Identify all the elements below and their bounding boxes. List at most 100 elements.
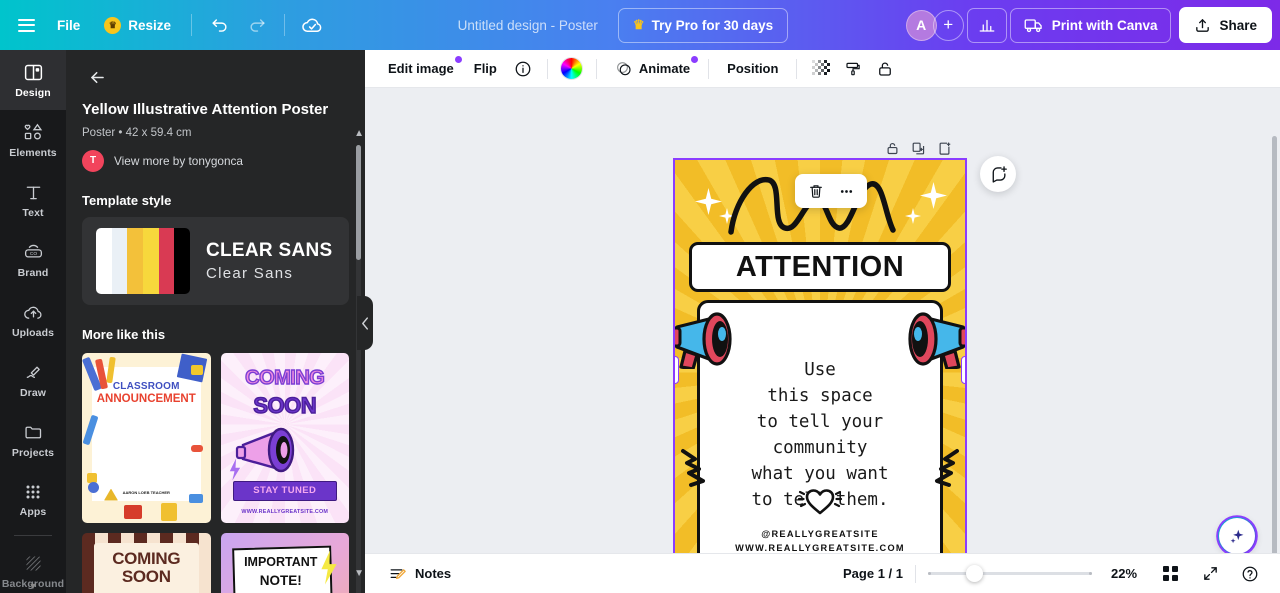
document-title-input[interactable]: Untitled design - Poster (448, 12, 608, 39)
thumb-line-4: WWW.REALLYGREATSITE.COM (241, 508, 329, 515)
edit-image-button[interactable]: Edit image (379, 55, 463, 83)
info-button[interactable] (508, 55, 538, 83)
sidebar-item-text[interactable]: Text (0, 170, 66, 230)
add-collaborator-button[interactable]: + (932, 9, 964, 41)
grid-view-button[interactable] (1156, 560, 1184, 588)
sidebar-item-apps[interactable]: Apps (0, 470, 66, 530)
template-style-card[interactable]: CLEAR SANS Clear Sans (82, 216, 349, 305)
shapes-icon (24, 123, 42, 139)
bottom-bar: Notes Page 1 / 1 22% (365, 553, 1280, 593)
magic-studio-button[interactable] (1218, 517, 1256, 555)
toolbar-divider-d (796, 58, 798, 79)
undo-icon (212, 18, 227, 32)
deco (188, 493, 203, 503)
sidebar-item-uploads[interactable]: Uploads (0, 290, 66, 350)
share-button[interactable]: Share (1179, 7, 1272, 43)
sidebar-item-draw[interactable]: Draw (0, 350, 66, 410)
chevron-left-icon (361, 316, 368, 330)
design-canvas[interactable]: ATTENTION Use this space to tell your co… (673, 158, 967, 571)
undo-button[interactable] (201, 8, 237, 42)
lock-page-button[interactable] (880, 137, 904, 159)
flip-button[interactable]: Flip (465, 55, 506, 83)
print-with-canva-button[interactable]: Print with Canva (1009, 7, 1172, 43)
headline-box[interactable]: ATTENTION (689, 242, 951, 292)
try-pro-button[interactable]: ♛ Try Pro for 30 days (617, 7, 789, 43)
sidebar-item-label-projects: Projects (11, 446, 55, 459)
copy-style-button[interactable] (838, 55, 868, 83)
panel-back-button[interactable] (80, 60, 114, 94)
sidebar-item-label-design: Design (15, 86, 51, 99)
panel-scroll-down-icon[interactable]: ▼ (354, 568, 364, 579)
author-link-row[interactable]: T View more by tonygonca (82, 149, 349, 172)
resize-handle-right[interactable] (961, 356, 965, 385)
canvas-scrollbar-thumb[interactable] (1272, 136, 1277, 556)
sidebar-item-elements[interactable]: Elements (0, 110, 66, 170)
resize-handle-left[interactable] (675, 356, 679, 385)
fullscreen-button[interactable] (1196, 560, 1224, 588)
resize-button[interactable]: ♛ Resize (93, 8, 182, 42)
canva-editor-window: File ♛ Resize Untitled design - Poster ♛… (0, 0, 1280, 593)
new-feature-dot-edit-image (454, 55, 462, 63)
color-wheel-icon (560, 57, 584, 80)
fullscreen-icon (1203, 567, 1217, 580)
delete-element-button[interactable] (802, 178, 829, 205)
thumb-line-1: CLASSROOM (112, 380, 180, 392)
rail-scroll-down-icon[interactable]: ▼ (29, 581, 38, 591)
design-panel: Yellow Illustrative Attention Poster Pos… (66, 50, 365, 593)
sidebar-item-brand[interactable]: CO Brand (0, 230, 66, 290)
redo-button[interactable] (239, 8, 275, 42)
thumb-line-2: SOON (253, 392, 318, 418)
file-menu-button[interactable]: File (46, 8, 91, 42)
lock-button[interactable] (870, 55, 900, 83)
panel-scroll-up-icon[interactable]: ▲ (354, 128, 364, 139)
toolbar-divider-c (708, 58, 710, 79)
zoom-slider[interactable] (928, 565, 1092, 583)
upload-icon (1196, 18, 1210, 32)
sidebar-item-label-uploads: Uploads (11, 326, 55, 339)
zoom-value[interactable]: 22% (1104, 566, 1144, 581)
animate-button[interactable]: Animate (606, 55, 699, 83)
redo-icon (250, 18, 265, 32)
sidebar-item-label-draw: Draw (19, 386, 47, 399)
sidebar-item-label-elements: Elements (9, 146, 57, 159)
hamburger-menu-button[interactable] (8, 8, 44, 42)
notes-label: Notes (415, 566, 452, 581)
template-thumbnail-important-note[interactable]: IMPORTANT NOTE! (220, 532, 349, 593)
help-circle-icon (1242, 566, 1258, 581)
zoom-slider-knob[interactable] (966, 565, 983, 582)
more-options-button[interactable] (833, 178, 860, 205)
panel-content: Yellow Illustrative Attention Poster Pos… (66, 94, 365, 593)
sidebar-item-design[interactable]: Design (0, 50, 66, 110)
add-comment-button[interactable] (980, 156, 1016, 192)
more-like-this-heading: More like this (82, 326, 166, 342)
notes-button[interactable]: Notes (381, 560, 459, 588)
cloud-save-status-button[interactable] (294, 8, 330, 42)
bottom-divider (915, 564, 916, 583)
sidebar-item-projects[interactable]: Projects (0, 410, 66, 470)
position-button[interactable]: Position (718, 55, 787, 83)
panel-collapse-button[interactable] (357, 296, 373, 350)
transparency-button[interactable] (806, 55, 836, 83)
print-label: Print with Canva (1051, 17, 1158, 33)
brand-icon: CO (24, 244, 42, 258)
headline-text: ATTENTION (735, 250, 905, 283)
element-context-toolbar (795, 174, 867, 208)
insights-button[interactable] (966, 7, 1007, 43)
add-page-button[interactable] (932, 137, 956, 159)
sidebar-item-label-apps: Apps (19, 506, 47, 518)
paint-roller-icon (846, 62, 861, 75)
toolbar-divider-b (595, 58, 597, 79)
template-thumbnail-classroom[interactable]: CLASSROOM ANNOUNCEMENT AARON LOEB TEACHE… (82, 352, 211, 523)
color-button[interactable] (557, 55, 587, 83)
text-t-icon (26, 186, 40, 199)
template-thumbnail-coming-soon-retro[interactable]: COMING SOON (82, 532, 211, 593)
add-comment-icon (992, 165, 1007, 183)
template-thumbnail-coming-soon[interactable]: COMING SOON STAY TUNED WWW.REALLYGREATSI… (220, 352, 349, 523)
panel-scrollbar-thumb[interactable] (356, 145, 361, 260)
font-preview-name: Clear Sans (206, 264, 294, 282)
try-pro-label: Try Pro for 30 days (651, 17, 774, 33)
cloud-saved-icon (301, 18, 321, 32)
help-button[interactable] (1236, 560, 1264, 588)
deco (124, 504, 142, 519)
duplicate-page-button[interactable] (906, 137, 930, 159)
